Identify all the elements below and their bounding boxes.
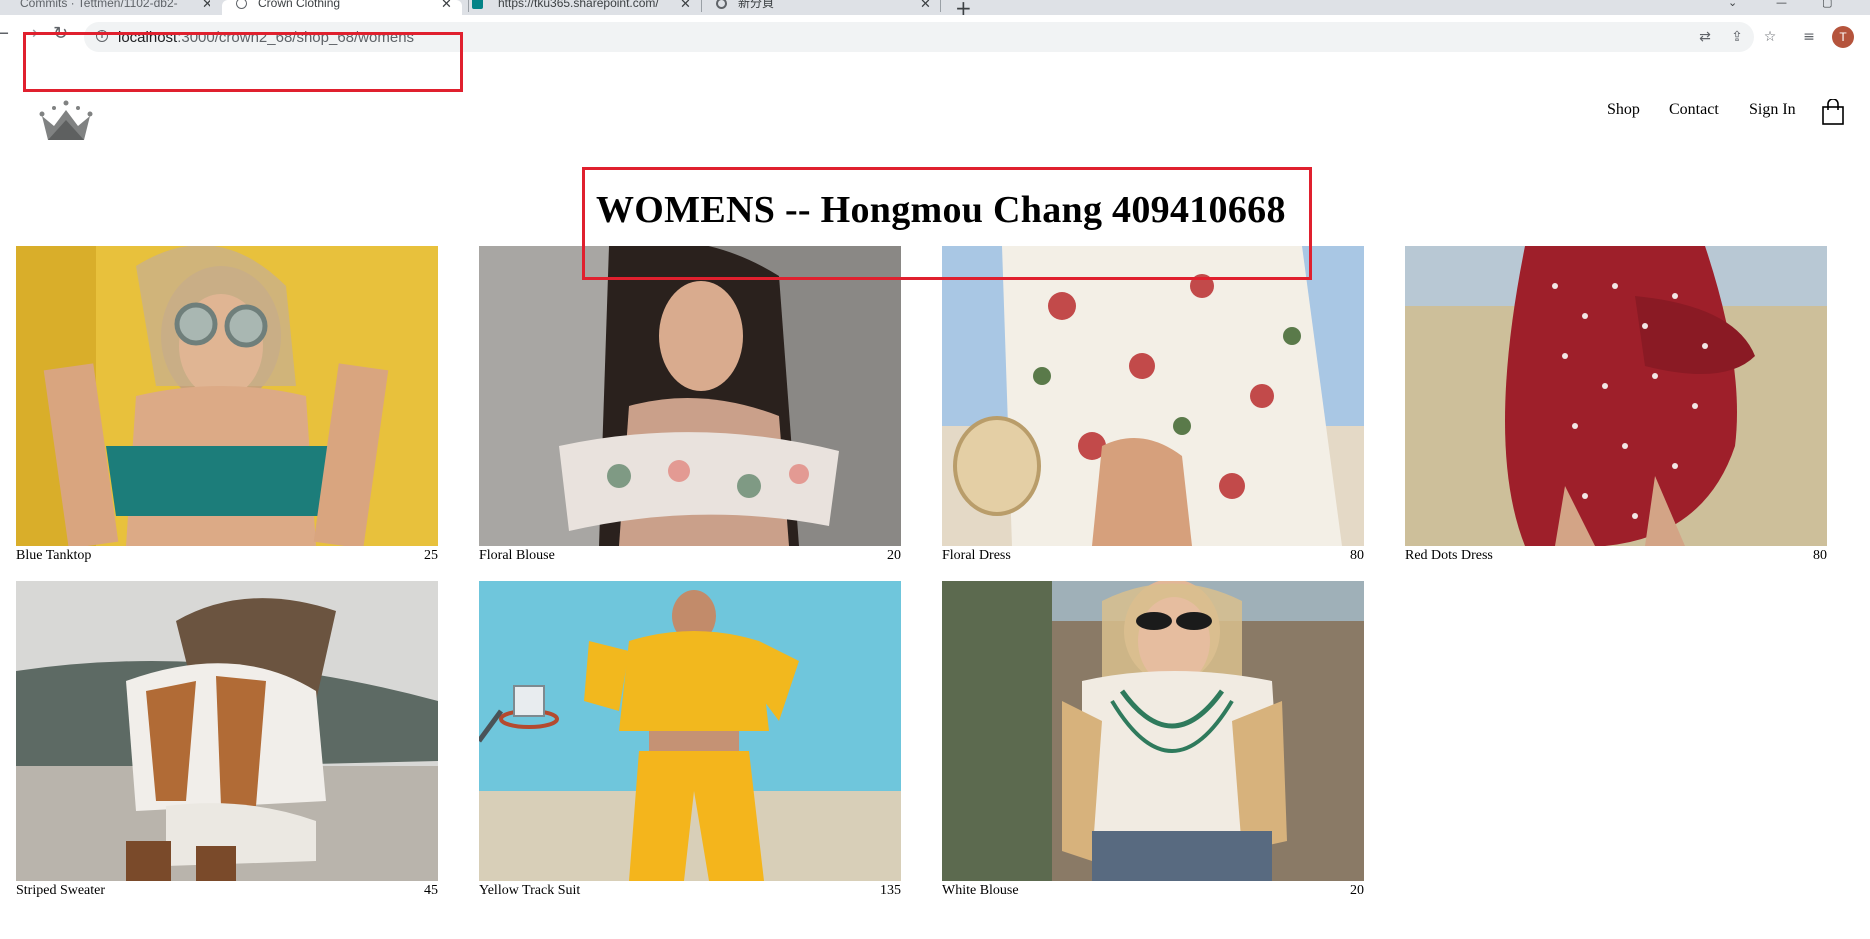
product-name: Striped Sweater	[16, 883, 106, 898]
product-image[interactable]	[479, 246, 901, 546]
close-icon[interactable]: ✕	[920, 0, 931, 10]
bookmark-star-icon[interactable]: ☆	[1761, 28, 1779, 46]
tab-separator	[940, 0, 941, 12]
product-price: 25	[424, 548, 438, 563]
forward-arrow-icon[interactable]: →	[23, 25, 38, 43]
nav-sign-in-link[interactable]: Sign In	[1749, 101, 1796, 119]
tab-new-page[interactable]: 新分頁 ✕	[712, 0, 940, 15]
restore-icon[interactable]: ▢	[1822, 0, 1832, 9]
browser-toolbar: ← → ↻ i localhost:3000/crown2_68/shop_68…	[0, 15, 1870, 60]
product-card[interactable]: Yellow Track Suit 135	[479, 581, 901, 901]
reading-list-icon[interactable]: ≡	[1800, 28, 1818, 46]
product-footer: White Blouse 20	[942, 881, 1364, 901]
product-price: 80	[1350, 548, 1364, 563]
product-card[interactable]: Floral Dress 80	[942, 246, 1364, 566]
tab-title: 新分頁	[738, 0, 775, 10]
profile-avatar[interactable]: T	[1832, 26, 1854, 48]
globe-icon	[236, 0, 247, 9]
product-footer: Floral Blouse 20	[479, 546, 901, 566]
product-name: Floral Blouse	[479, 548, 555, 563]
translate-icon[interactable]: ⇄	[1696, 28, 1714, 46]
tab-search-icon[interactable]: ⌄	[1728, 0, 1737, 9]
product-footer: Blue Tanktop 25	[16, 546, 438, 566]
product-footer: Striped Sweater 45	[16, 881, 438, 901]
product-name: Floral Dress	[942, 548, 1011, 563]
url-path: :3000/crown2_68/shop_68/womens	[177, 29, 415, 46]
tab-sharepoint[interactable]: https://tku365.sharepoint.com/ ✕	[470, 0, 696, 15]
product-name: Yellow Track Suit	[479, 883, 581, 898]
tab-crown-clothing[interactable]: Crown Clothing ✕	[222, 0, 462, 15]
address-bar[interactable]: i localhost:3000/crown2_68/shop_68/women…	[84, 22, 1754, 52]
crown-logo-icon[interactable]	[38, 100, 94, 144]
product-footer: Yellow Track Suit 135	[479, 881, 901, 901]
product-price: 20	[887, 548, 901, 563]
product-card[interactable]: White Blouse 20	[942, 581, 1364, 901]
product-card[interactable]: Floral Blouse 20	[479, 246, 901, 566]
back-arrow-icon[interactable]: ←	[0, 25, 9, 43]
tab-title: Commits · Tettmen/1102-db2-	[20, 0, 178, 10]
product-footer: Floral Dress 80	[942, 546, 1364, 566]
tab-title: Crown Clothing	[258, 0, 341, 10]
close-icon[interactable]: ✕	[680, 0, 691, 10]
close-icon[interactable]: ✕	[441, 0, 452, 10]
product-name: Red Dots Dress	[1405, 548, 1493, 563]
info-icon[interactable]: i	[96, 30, 108, 42]
browser-tab-strip: Commits · Tettmen/1102-db2- ✕ Crown Clot…	[0, 0, 1870, 15]
chrome-icon	[716, 0, 727, 9]
page-title: WOMENS -- Hongmou Chang 409410668	[596, 189, 1286, 231]
shopping-bag-icon[interactable]	[1820, 99, 1846, 125]
url-host: localhost	[118, 29, 178, 46]
product-card[interactable]: Red Dots Dress 80	[1405, 246, 1827, 566]
product-image[interactable]	[942, 581, 1364, 881]
product-image[interactable]	[479, 581, 901, 881]
tab-commits[interactable]: Commits · Tettmen/1102-db2- ✕	[0, 0, 210, 15]
minimize-icon[interactable]: —	[1776, 0, 1787, 9]
product-image[interactable]	[16, 246, 438, 546]
nav-contact-link[interactable]: Contact	[1669, 101, 1719, 119]
close-icon[interactable]: ✕	[202, 0, 210, 10]
nav-shop-link[interactable]: Shop	[1607, 101, 1640, 119]
tab-title: https://tku365.sharepoint.com/	[498, 0, 659, 10]
product-price: 135	[880, 883, 901, 898]
new-tab-button[interactable]: +	[955, 0, 972, 15]
product-name: White Blouse	[942, 883, 1019, 898]
sharepoint-icon	[472, 0, 483, 9]
product-image[interactable]	[1405, 246, 1827, 546]
reload-icon[interactable]: ↻	[53, 25, 68, 43]
tab-separator	[468, 0, 469, 12]
product-price: 45	[424, 883, 438, 898]
product-footer: Red Dots Dress 80	[1405, 546, 1827, 566]
product-card[interactable]: Blue Tanktop 25	[16, 246, 438, 566]
product-price: 80	[1813, 548, 1827, 563]
product-name: Blue Tanktop	[16, 548, 92, 563]
tab-separator	[701, 0, 702, 12]
product-image[interactable]	[16, 581, 438, 881]
url-text[interactable]: localhost:3000/crown2_68/shop_68/womens	[118, 29, 414, 46]
product-price: 20	[1350, 883, 1364, 898]
share-icon[interactable]: ⇪	[1728, 28, 1746, 46]
product-image[interactable]	[942, 246, 1364, 546]
product-card[interactable]: Striped Sweater 45	[16, 581, 438, 901]
